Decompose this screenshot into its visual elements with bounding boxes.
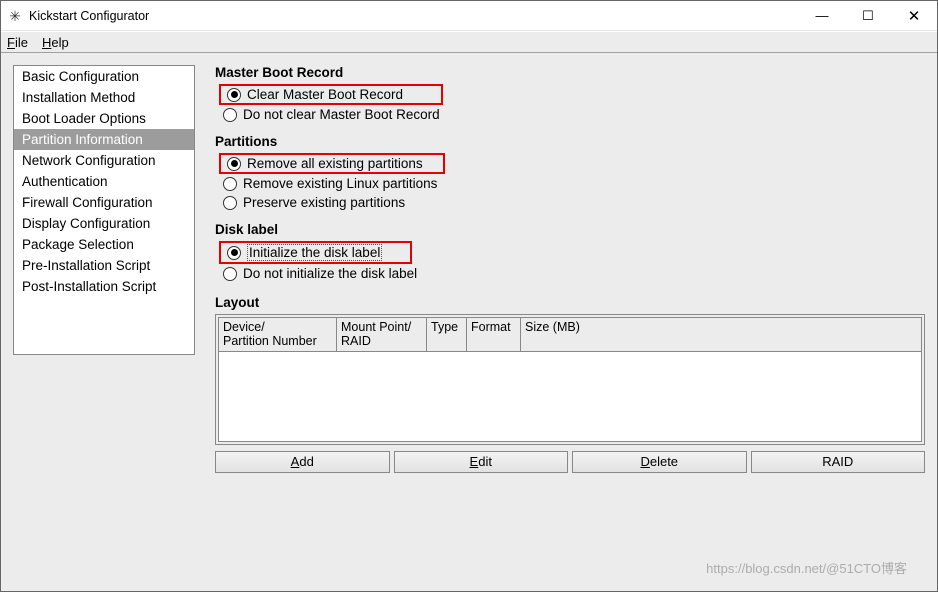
window-controls: — ☐ ✕ — [799, 1, 937, 30]
minimize-button[interactable]: — — [799, 1, 845, 30]
highlight-box: Remove all existing partitions — [219, 153, 445, 174]
radio-label: Clear Master Boot Record — [247, 87, 403, 102]
layout-table-header: Device/ Partition Number Mount Point/ RA… — [218, 317, 922, 352]
radio-label: Remove existing Linux partitions — [243, 176, 437, 191]
highlight-box: Initialize the disk label — [219, 241, 412, 264]
maximize-button[interactable]: ☐ — [845, 1, 891, 30]
radio-preserve-partitions[interactable] — [223, 196, 237, 210]
app-icon: ✳ — [7, 8, 23, 24]
sidebar-item-label: Package Selection — [22, 237, 134, 252]
layout-table-body[interactable] — [218, 352, 922, 442]
sidebar-item-label: Installation Method — [22, 90, 135, 105]
col-format[interactable]: Format — [467, 318, 521, 351]
col-device[interactable]: Device/ Partition Number — [219, 318, 337, 351]
col-header-text: Format — [471, 320, 511, 334]
sidebar-item-package-selection[interactable]: Package Selection — [14, 234, 194, 255]
section-disk-label: Disk label Initialize the disk label Do … — [215, 222, 925, 283]
titlebar: ✳ Kickstart Configurator — ☐ ✕ — [1, 1, 937, 31]
sidebar-item-label: Pre-Installation Script — [22, 258, 150, 273]
radio-label: Do not initialize the disk label — [243, 266, 417, 281]
radio-label: Preserve existing partitions — [243, 195, 405, 210]
sidebar-item-label: Display Configuration — [22, 216, 150, 231]
sidebar-item-label: Network Configuration — [22, 153, 156, 168]
radio-label: Initialize the disk label — [247, 244, 382, 261]
sidebar-item-partition-information[interactable]: Partition Information — [14, 129, 194, 150]
partitions-title: Partitions — [215, 134, 925, 149]
radio-label: Do not clear Master Boot Record — [243, 107, 440, 122]
col-mount-point[interactable]: Mount Point/ RAID — [337, 318, 427, 351]
sidebar-item-display-configuration[interactable]: Display Configuration — [14, 213, 194, 234]
menu-file[interactable]: File — [7, 35, 28, 50]
sidebar-item-pre-installation-script[interactable]: Pre-Installation Script — [14, 255, 194, 276]
sidebar-item-label: Firewall Configuration — [22, 195, 153, 210]
layout-title: Layout — [215, 295, 925, 310]
sidebar-item-network-configuration[interactable]: Network Configuration — [14, 150, 194, 171]
col-header-text: Type — [431, 320, 458, 334]
sidebar-item-label: Partition Information — [22, 132, 143, 147]
mbr-title: Master Boot Record — [215, 65, 925, 80]
radio-remove-linux-partitions[interactable] — [223, 177, 237, 191]
col-header-text: RAID — [341, 334, 371, 348]
raid-button[interactable]: RAID — [751, 451, 926, 473]
edit-button[interactable]: Edit — [394, 451, 569, 473]
client-area: Basic Configuration Installation Method … — [1, 53, 937, 591]
sidebar-item-authentication[interactable]: Authentication — [14, 171, 194, 192]
radio-initialize-disk-label[interactable] — [227, 246, 241, 260]
radio-do-not-initialize-disk-label[interactable] — [223, 267, 237, 281]
layout-buttons: Add Edit Delete RAID — [215, 451, 925, 473]
col-size[interactable]: Size (MB) — [521, 318, 921, 351]
add-button[interactable]: Add — [215, 451, 390, 473]
highlight-box: Clear Master Boot Record — [219, 84, 443, 105]
col-header-text: Device/ — [223, 320, 265, 334]
radio-label: Remove all existing partitions — [247, 156, 423, 171]
window-title: Kickstart Configurator — [29, 9, 799, 23]
section-partitions: Partitions Remove all existing partition… — [215, 134, 925, 212]
sidebar-item-label: Authentication — [22, 174, 108, 189]
layout-table: Device/ Partition Number Mount Point/ RA… — [215, 314, 925, 445]
sidebar-item-boot-loader-options[interactable]: Boot Loader Options — [14, 108, 194, 129]
menubar: File Help — [1, 31, 937, 53]
section-mbr: Master Boot Record Clear Master Boot Rec… — [215, 65, 925, 124]
col-header-text: Mount Point/ — [341, 320, 411, 334]
main-panel: Master Boot Record Clear Master Boot Rec… — [215, 65, 925, 579]
sidebar-item-label: Post-Installation Script — [22, 279, 156, 294]
app-window: ✳ Kickstart Configurator — ☐ ✕ File Help… — [0, 0, 938, 592]
disklabel-title: Disk label — [215, 222, 925, 237]
col-header-text: Partition Number — [223, 334, 317, 348]
section-layout: Layout Device/ Partition Number Mount Po… — [215, 295, 925, 473]
sidebar-item-firewall-configuration[interactable]: Firewall Configuration — [14, 192, 194, 213]
close-button[interactable]: ✕ — [891, 1, 937, 30]
radio-do-not-clear-mbr[interactable] — [223, 108, 237, 122]
sidebar-item-basic-configuration[interactable]: Basic Configuration — [14, 66, 194, 87]
sidebar-item-installation-method[interactable]: Installation Method — [14, 87, 194, 108]
radio-clear-mbr[interactable] — [227, 88, 241, 102]
radio-remove-all-partitions[interactable] — [227, 157, 241, 171]
col-type[interactable]: Type — [427, 318, 467, 351]
sidebar-item-label: Basic Configuration — [22, 69, 139, 84]
sidebar: Basic Configuration Installation Method … — [13, 65, 195, 355]
delete-button[interactable]: Delete — [572, 451, 747, 473]
sidebar-item-label: Boot Loader Options — [22, 111, 146, 126]
col-header-text: Size (MB) — [525, 320, 580, 334]
sidebar-item-post-installation-script[interactable]: Post-Installation Script — [14, 276, 194, 297]
menu-help[interactable]: Help — [42, 35, 69, 50]
